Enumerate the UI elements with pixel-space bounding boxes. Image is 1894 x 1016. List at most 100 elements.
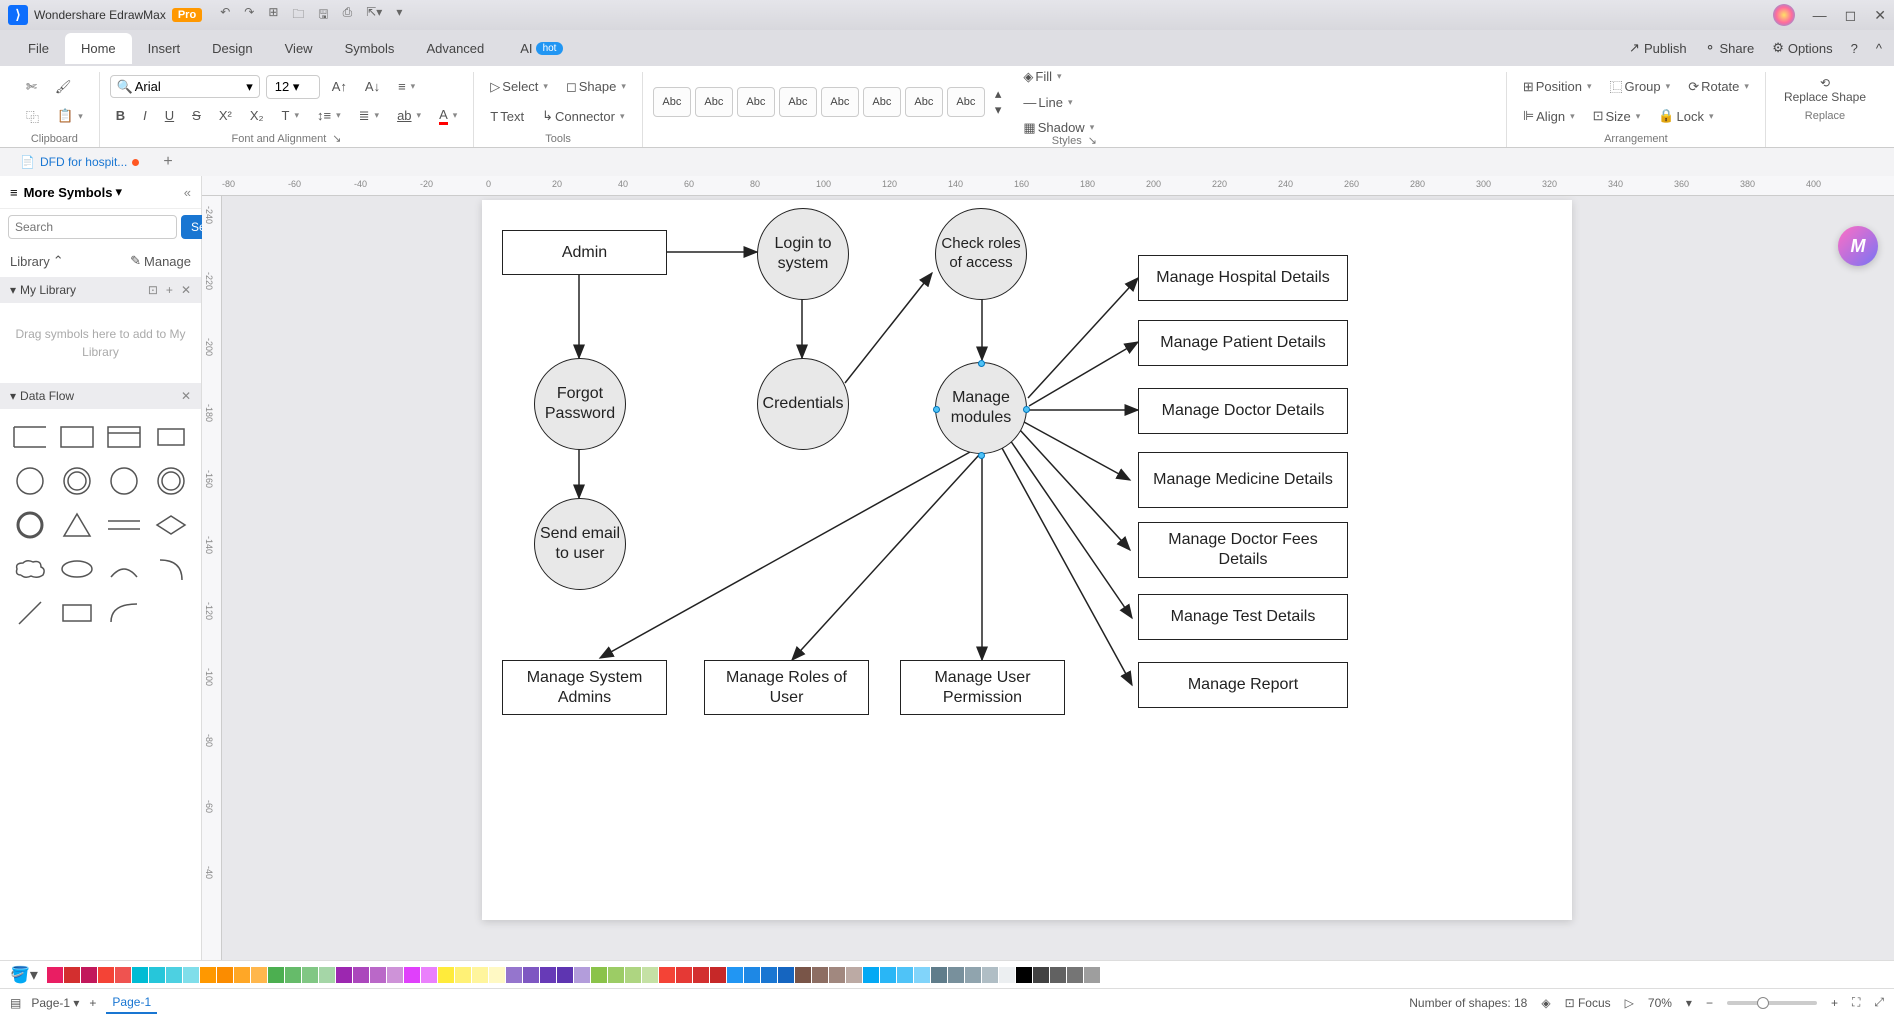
- menu-insert[interactable]: Insert: [132, 33, 197, 64]
- color-swatch[interactable]: [404, 967, 420, 983]
- node-manage-modules[interactable]: Manage modules: [935, 362, 1027, 454]
- color-swatch[interactable]: [846, 967, 862, 983]
- close-icon[interactable]: ✕: [1874, 7, 1886, 24]
- font-select[interactable]: 🔍Arial▾: [110, 75, 260, 98]
- manage-button[interactable]: ✎ Manage: [130, 253, 191, 269]
- layers-icon[interactable]: ◈: [1541, 996, 1550, 1010]
- font-size-select[interactable]: 12 ▾: [266, 75, 320, 99]
- color-swatch[interactable]: [455, 967, 471, 983]
- connector-tool[interactable]: ↳ Connector: [536, 104, 630, 128]
- color-swatch[interactable]: [778, 967, 794, 983]
- color-swatch[interactable]: [251, 967, 267, 983]
- data-flow-section[interactable]: ▾ Data Flow ✕: [0, 383, 201, 409]
- color-swatch[interactable]: [795, 967, 811, 983]
- shape-tool[interactable]: ◻ Shape: [560, 75, 632, 99]
- publish-button[interactable]: ↗ Publish: [1629, 40, 1687, 56]
- menu-ai[interactable]: AI hot: [504, 33, 579, 64]
- color-swatch[interactable]: [523, 967, 539, 983]
- node-manage-roles[interactable]: Manage Roles of User: [704, 660, 869, 715]
- color-swatch[interactable]: [659, 967, 675, 983]
- color-swatch[interactable]: [387, 967, 403, 983]
- page-dropdown[interactable]: Page-1 ▾: [31, 996, 79, 1010]
- node-manage-user-permission[interactable]: Manage User Permission: [900, 660, 1065, 715]
- color-swatch[interactable]: [676, 967, 692, 983]
- maximize-icon[interactable]: ◻: [1845, 7, 1857, 24]
- color-swatch[interactable]: [829, 967, 845, 983]
- color-swatch[interactable]: [982, 967, 998, 983]
- menu-design[interactable]: Design: [196, 33, 268, 64]
- lib-add-icon[interactable]: +: [166, 283, 173, 297]
- superscript-icon[interactable]: X²: [213, 104, 238, 127]
- color-swatch[interactable]: [183, 967, 199, 983]
- node-check-roles[interactable]: Check roles of access: [935, 208, 1027, 300]
- color-swatch[interactable]: [64, 967, 80, 983]
- style-preset-2[interactable]: Abc: [695, 87, 733, 117]
- color-swatch[interactable]: [506, 967, 522, 983]
- position-button[interactable]: ⊞ Position: [1517, 75, 1598, 99]
- color-swatch[interactable]: [965, 967, 981, 983]
- text-align-icon[interactable]: ≡: [392, 75, 421, 98]
- style-preset-6[interactable]: Abc: [863, 87, 901, 117]
- line-spacing-icon[interactable]: ↕≡: [311, 104, 347, 127]
- shape-diamond[interactable]: [152, 507, 191, 543]
- selection-handle[interactable]: [933, 406, 940, 413]
- color-swatch[interactable]: [115, 967, 131, 983]
- color-swatch[interactable]: [897, 967, 913, 983]
- collapse-ribbon-icon[interactable]: ^: [1876, 41, 1882, 56]
- node-admin[interactable]: Admin: [502, 230, 667, 275]
- color-swatch[interactable]: [574, 967, 590, 983]
- align-button[interactable]: ⊫ Align: [1517, 104, 1581, 128]
- color-swatch[interactable]: [353, 967, 369, 983]
- menu-view[interactable]: View: [269, 33, 329, 64]
- color-swatch[interactable]: [863, 967, 879, 983]
- color-swatch[interactable]: [1067, 967, 1083, 983]
- library-drop-area[interactable]: Drag symbols here to add to My Library: [0, 303, 201, 383]
- color-swatch[interactable]: [727, 967, 743, 983]
- color-swatch[interactable]: [744, 967, 760, 983]
- color-swatch[interactable]: [302, 967, 318, 983]
- color-swatch[interactable]: [914, 967, 930, 983]
- add-doc-tab[interactable]: +: [157, 151, 178, 173]
- shape-ellipse[interactable]: [57, 551, 96, 587]
- lock-button[interactable]: 🔒 Lock: [1652, 104, 1719, 128]
- underline-icon[interactable]: U: [159, 104, 180, 127]
- node-manage-test[interactable]: Manage Test Details: [1138, 594, 1348, 640]
- shape-double-line[interactable]: [105, 507, 144, 543]
- text-tool[interactable]: T Text: [484, 105, 530, 128]
- color-swatch[interactable]: [200, 967, 216, 983]
- color-swatch[interactable]: [1033, 967, 1049, 983]
- style-preset-3[interactable]: Abc: [737, 87, 775, 117]
- shape-arc[interactable]: [105, 551, 144, 587]
- node-login[interactable]: Login to system: [757, 208, 849, 300]
- my-library-section[interactable]: ▾ My Library ⊡+✕: [0, 277, 201, 303]
- shape-rect-header[interactable]: [105, 419, 144, 455]
- undo-icon[interactable]: ↶: [220, 5, 230, 26]
- fill-bucket-icon[interactable]: 🪣▾: [10, 965, 38, 985]
- share-button[interactable]: ⚬ Share: [1705, 40, 1755, 56]
- increase-font-icon[interactable]: A↑: [326, 75, 353, 98]
- color-swatch[interactable]: [472, 967, 488, 983]
- highlight-icon[interactable]: ab: [391, 104, 427, 127]
- shape-circle[interactable]: [10, 463, 49, 499]
- color-swatch[interactable]: [625, 967, 641, 983]
- shape-curve[interactable]: [105, 595, 144, 631]
- search-input[interactable]: [8, 215, 177, 239]
- shape-double-circle[interactable]: [57, 463, 96, 499]
- selection-handle[interactable]: [978, 360, 985, 367]
- color-swatch[interactable]: [1101, 967, 1117, 983]
- color-swatch[interactable]: [319, 967, 335, 983]
- fullscreen-icon[interactable]: ⤢: [1874, 995, 1884, 1010]
- color-swatch[interactable]: [149, 967, 165, 983]
- node-manage-system-admins[interactable]: Manage System Admins: [502, 660, 667, 715]
- zoom-out-icon[interactable]: −: [1706, 996, 1713, 1010]
- node-manage-report[interactable]: Manage Report: [1138, 662, 1348, 708]
- rotate-button[interactable]: ⟳ Rotate: [1682, 75, 1755, 99]
- library-label[interactable]: Library: [10, 254, 50, 269]
- node-manage-hospital[interactable]: Manage Hospital Details: [1138, 255, 1348, 301]
- lib-save-icon[interactable]: ⊡: [148, 283, 158, 297]
- color-swatch[interactable]: [489, 967, 505, 983]
- color-swatch[interactable]: [370, 967, 386, 983]
- style-preset-5[interactable]: Abc: [821, 87, 859, 117]
- line-button[interactable]: — Line: [1017, 91, 1100, 114]
- font-dialog-icon[interactable]: ↘: [332, 132, 341, 145]
